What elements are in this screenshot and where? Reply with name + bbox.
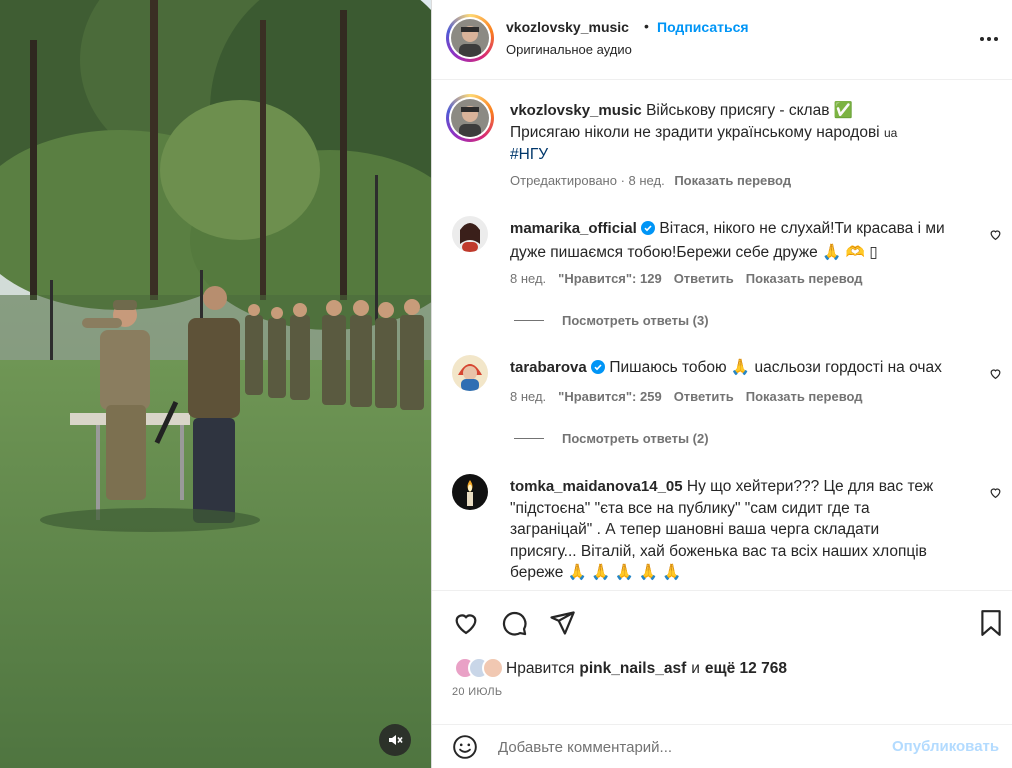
author-username[interactable]: vkozlovsky_music [506,19,629,35]
reply-button[interactable]: Ответить [674,271,734,286]
comment-text-line: береже 🙏 🙏 🙏 🙏 🙏 [510,564,682,581]
comment-text: mamarika_official Вітася, нікого не слух… [510,218,980,263]
comment-button[interactable] [500,609,528,640]
caption: vkozlovsky_music Військову присягу - скл… [510,100,990,166]
more-options-button[interactable] [978,28,1000,53]
reply-button[interactable]: Ответить [674,389,734,404]
publish-button[interactable]: Опубликовать [892,738,999,755]
comments-list[interactable]: vkozlovsky_music Військову присягу - скл… [432,80,1012,590]
share-button[interactable] [548,609,576,640]
comment-text: tomka_maidanova14_05 Ну що хейтери??? Це… [510,476,986,584]
save-button[interactable] [978,609,1004,640]
caption-line-1: Військову присягу - склав ✅ [646,102,854,119]
like-comment-button[interactable] [989,367,1002,383]
comment-meta: 8 нед. "Нравится": 129 Ответить Показать… [510,271,863,286]
mute-toggle-button[interactable] [379,724,411,756]
comment-likes[interactable]: "Нравится": 129 [558,271,662,286]
like-comment-button[interactable] [989,486,1002,502]
verified-badge-icon [641,220,656,242]
hashtag-link[interactable]: #НГУ [510,146,548,163]
view-replies-button[interactable]: Посмотреть ответы (2) [514,431,709,446]
comment-text: tarabarova Пишаюсь тобою 🙏 uaсльози горд… [510,357,980,381]
emoji-icon [453,735,477,759]
likes-user[interactable]: pink_nails_asf [579,660,686,678]
replies-line [514,320,544,321]
caption-username[interactable]: vkozlovsky_music [510,102,642,119]
commenter-avatar[interactable] [452,216,488,252]
comment-username[interactable]: mamarika_official [510,220,637,237]
like-comment-button[interactable] [989,228,1002,244]
post-header: vkozlovsky_music • Подписаться Оригиналь… [432,0,1012,80]
likes-summary[interactable]: Нравится pink_nails_asf и ещё 12 768 [454,657,787,681]
commenter-photo [452,216,488,252]
comment-meta: 8 нед. "Нравится": 259 Ответить Показать… [510,389,863,404]
commenter-avatar[interactable] [452,474,488,510]
comment-username[interactable]: tarabarova [510,359,587,376]
muted-speaker-icon [389,735,403,745]
view-replies-label: Посмотреть ответы (3) [562,313,709,328]
commenter-photo [452,355,488,391]
comment-icon [502,611,527,636]
heart-icon [455,614,477,635]
comment-username[interactable]: tomka_maidanova14_05 [510,478,683,495]
post-media[interactable] [0,0,431,768]
comment-time: 8 нед. [510,271,547,286]
like-button[interactable] [452,609,480,640]
comment-text-line: Пишаюсь тобою 🙏 uaсльози гордості на оча… [609,359,942,376]
author-avatar[interactable] [446,14,494,62]
replies-line [514,438,544,439]
follow-button[interactable]: Подписаться [657,19,749,35]
post-side-panel: vkozlovsky_music • Подписаться Оригиналь… [431,0,1012,768]
caption-translate-link[interactable]: Показать перевод [674,173,791,188]
caption-author-photo [451,99,489,137]
send-icon [550,611,575,635]
heart-icon [990,369,1001,380]
view-replies-label: Посмотреть ответы (2) [562,431,709,446]
audio-label[interactable]: Оригинальное аудио [506,42,632,57]
caption-edited: Отредактировано · 8 нед. [510,173,665,188]
author-photo [451,19,489,57]
liker-avatar [482,657,504,679]
likers-avatars [454,657,518,681]
likes-and: и [691,660,700,677]
post-actions: Нравится pink_nails_asf и ещё 12 768 20 … [432,590,1012,710]
post-date[interactable]: 20 ИЮЛЬ [452,686,502,698]
bookmark-icon [981,610,1001,636]
comment-input[interactable] [498,735,878,759]
comment-text-line: присягу... Віталій, хай боженька вас та … [510,542,927,560]
comment-text-line: Вітася, нікого не слухай!Ти красава і ми [659,220,945,237]
separator-dot: • [644,18,649,34]
comment-text-line: "підстоєна" "єта все на публику" "сам си… [510,499,870,517]
view-replies-button[interactable]: Посмотреть ответы (3) [514,313,709,328]
comment-time: 8 нед. [510,389,547,404]
comment-text-line: дуже пишаємся тобою!Бережи себе друже 🙏 … [510,243,878,261]
caption-line-2: Присягаю ніколи не зрадити українському … [510,123,880,141]
comment-likes[interactable]: "Нравится": 259 [558,389,662,404]
flag-ua: ua [883,125,898,140]
video-frame [0,0,431,768]
heart-icon [990,230,1001,241]
add-comment-bar: Опубликовать [432,724,1012,768]
translate-button[interactable]: Показать перевод [746,271,863,286]
post-viewer: vkozlovsky_music • Подписаться Оригиналь… [0,0,1012,768]
caption-author-avatar[interactable] [446,94,494,142]
verified-badge-icon [591,359,606,381]
likes-count[interactable]: ещё 12 768 [705,660,787,678]
comment-text-line: заграніцай" . А тепер шановні ваша черга… [510,521,880,538]
heart-icon [990,488,1001,499]
caption-meta: Отредактировано · 8 нед. Показать перево… [510,173,791,188]
more-horizontal-icon [980,37,998,41]
commenter-photo [452,474,488,510]
emoji-button[interactable] [452,734,478,763]
commenter-avatar[interactable] [452,355,488,391]
comment-text-line: Ну що хейтери??? Це для вас теж [686,478,934,495]
translate-button[interactable]: Показать перевод [746,389,863,404]
